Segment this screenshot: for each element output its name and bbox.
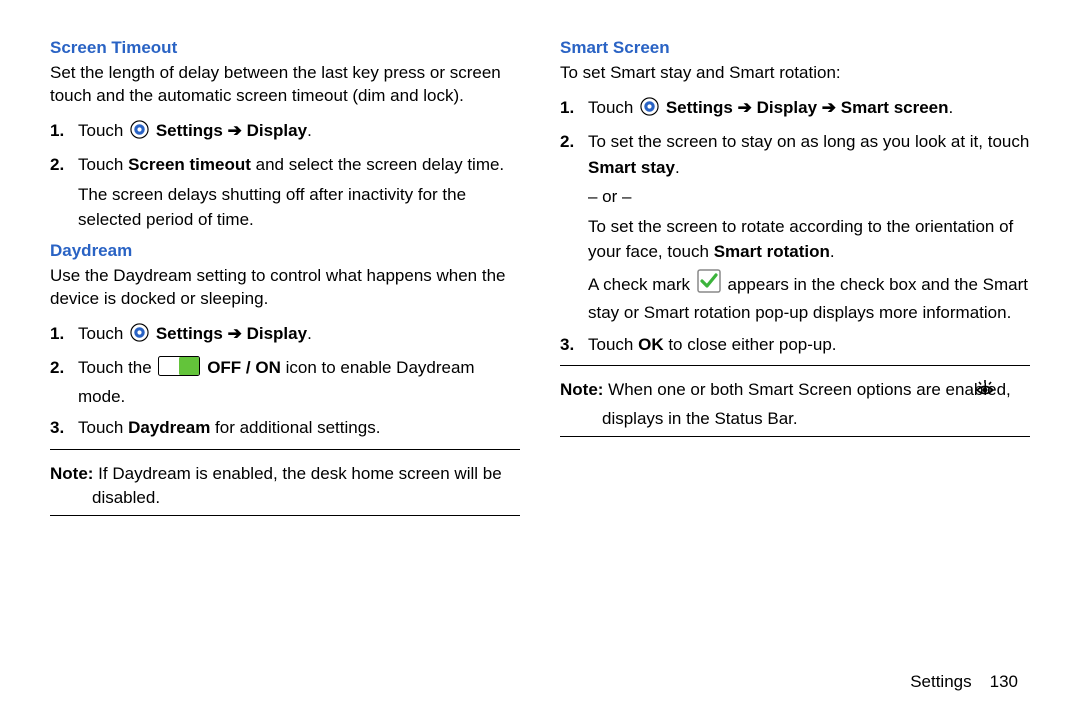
page-footer: Settings 130 — [0, 672, 1080, 692]
step-suffix: . — [307, 324, 312, 343]
list-item: 1. Touch Settings ➔ Display. — [78, 118, 520, 147]
heading-smart-screen: Smart Screen — [560, 38, 1030, 58]
bold-text: Screen timeout — [128, 155, 251, 174]
step-suffix: . — [307, 121, 312, 140]
note-label: Note: — [50, 464, 93, 483]
step-number: 2. — [50, 152, 64, 178]
step-number: 3. — [50, 415, 64, 441]
list-item: 2. Touch Screen timeout and select the s… — [78, 152, 520, 233]
step-number: 1. — [50, 118, 64, 144]
arrow-icon: ➔ — [733, 98, 757, 117]
bold-text: Daydream — [128, 418, 210, 437]
toggle-on-icon — [158, 356, 200, 384]
list-item: 2. Touch the OFF / ON icon to enable Day… — [78, 355, 520, 409]
left-column: Screen Timeout Set the length of delay b… — [50, 38, 520, 650]
steps-smart-screen: 1. Touch Settings ➔ Display ➔ Smart scre… — [560, 95, 1030, 358]
step-suffix: . — [949, 98, 954, 117]
note-body: displays in the Status Bar. — [602, 409, 798, 428]
step-text: Touch the — [78, 358, 156, 377]
bold-text: OK — [638, 335, 664, 354]
bold-text: Smart rotation — [714, 242, 830, 261]
note-body: If Daydream is enabled, the desk home sc… — [92, 464, 502, 508]
or-divider: – or – — [588, 184, 1030, 210]
settings-gear-icon — [130, 120, 149, 147]
off-on-label: OFF / ON — [207, 358, 281, 377]
note-body: When one or both Smart Screen options ar… — [603, 380, 1015, 399]
path-smart-screen: Smart screen — [841, 98, 949, 117]
checkbox-checked-icon — [697, 269, 721, 301]
step-text: Touch — [78, 324, 128, 343]
step-text: to close either pop-up. — [664, 335, 837, 354]
settings-gear-icon — [640, 97, 659, 124]
step-number: 1. — [50, 321, 64, 347]
arrow-icon: ➔ — [223, 121, 247, 140]
divider — [50, 449, 520, 450]
step-number: 3. — [560, 332, 574, 358]
step-number: 2. — [560, 129, 574, 155]
footer-page-number: 130 — [990, 672, 1018, 691]
footer-section: Settings — [910, 672, 971, 691]
path-settings: Settings — [156, 121, 223, 140]
step-text: Touch — [78, 155, 128, 174]
step-number: 1. — [560, 95, 574, 121]
step-text: . — [830, 242, 835, 261]
step-text: Touch — [588, 98, 638, 117]
step-text: Touch — [78, 121, 128, 140]
step-text: . — [675, 158, 680, 177]
step-text: Touch — [78, 418, 128, 437]
intro-daydream: Use the Daydream setting to control what… — [50, 265, 520, 311]
list-item: 3. Touch OK to close either pop-up. — [588, 332, 1030, 358]
path-display: Display — [247, 324, 307, 343]
list-item: 1. Touch Settings ➔ Display ➔ Smart scre… — [588, 95, 1030, 124]
right-column: Smart Screen To set Smart stay and Smart… — [560, 38, 1030, 650]
step-text: To set the screen to stay on as long as … — [588, 132, 1029, 151]
step-subtext: A check mark appears in the check box an… — [588, 269, 1030, 326]
note-label: Note: — [560, 380, 603, 399]
divider — [560, 436, 1030, 437]
step-text: Touch — [588, 335, 638, 354]
arrow-icon: ➔ — [223, 324, 247, 343]
step-subtext: The screen delays shutting off after ina… — [78, 182, 520, 233]
steps-daydream: 1. Touch Settings ➔ Display. 2. Touch th… — [50, 321, 520, 441]
step-subtext: To set the screen to rotate according to… — [588, 214, 1030, 265]
intro-screen-timeout: Set the length of delay between the last… — [50, 62, 520, 108]
heading-screen-timeout: Screen Timeout — [50, 38, 520, 58]
step-number: 2. — [50, 355, 64, 381]
list-item: 1. Touch Settings ➔ Display. — [78, 321, 520, 350]
arrow-icon: ➔ — [817, 98, 841, 117]
note-daydream: Note: If Daydream is enabled, the desk h… — [50, 462, 520, 511]
divider — [50, 515, 520, 516]
page-body: Screen Timeout Set the length of delay b… — [0, 0, 1080, 650]
step-text: for additional settings. — [210, 418, 380, 437]
path-settings: Settings — [666, 98, 733, 117]
step-text: A check mark — [588, 275, 695, 294]
path-display: Display — [247, 121, 307, 140]
path-settings: Settings — [156, 324, 223, 343]
settings-gear-icon — [130, 323, 149, 350]
steps-screen-timeout: 1. Touch Settings ➔ Display. 2. Touch Sc… — [50, 118, 520, 233]
path-display: Display — [757, 98, 817, 117]
divider — [560, 365, 1030, 366]
list-item: 2. To set the screen to stay on as long … — [588, 129, 1030, 326]
step-text: and select the screen delay time. — [251, 155, 504, 174]
heading-daydream: Daydream — [50, 241, 520, 261]
bold-text: Smart stay — [588, 158, 675, 177]
note-smart-screen: Note: When one or both Smart Screen opti… — [560, 378, 1030, 431]
list-item: 3. Touch Daydream for additional setting… — [78, 415, 520, 441]
intro-smart-screen: To set Smart stay and Smart rotation: — [560, 62, 1030, 85]
